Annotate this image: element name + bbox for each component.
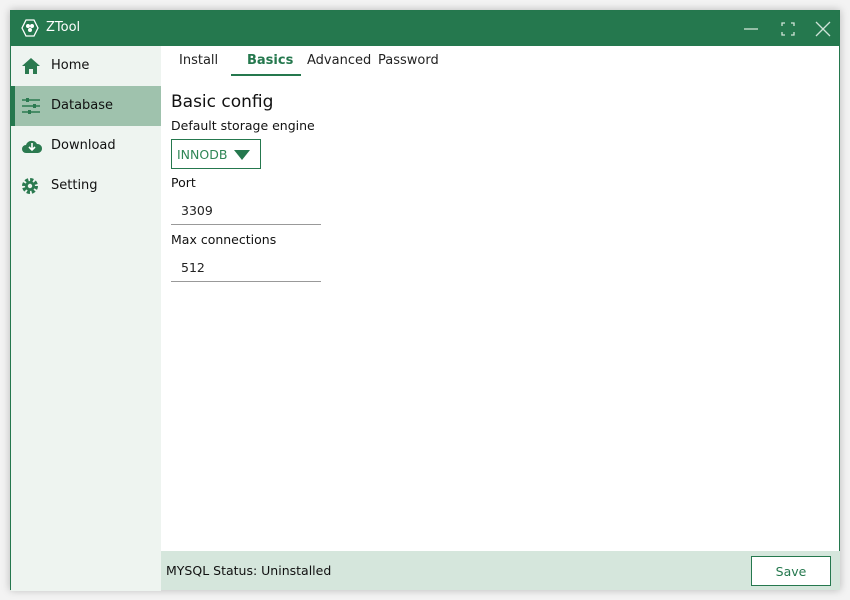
- home-icon: [22, 58, 40, 74]
- window-title: ZTool: [46, 20, 81, 35]
- engine-label: Default storage engine: [171, 118, 315, 133]
- active-tab-indicator: [231, 74, 301, 76]
- save-button[interactable]: Save: [751, 556, 831, 586]
- max-connections-input[interactable]: [171, 254, 321, 282]
- close-icon[interactable]: [811, 17, 835, 41]
- sidebar-item-label: Setting: [51, 178, 98, 193]
- status-bar: MYSQL Status: Uninstalled Save: [161, 551, 840, 590]
- sidebar-item-setting[interactable]: Setting: [11, 166, 161, 206]
- gear-icon: [22, 178, 38, 194]
- tab-install[interactable]: Install: [179, 53, 218, 68]
- sidebar-item-database[interactable]: Database: [11, 86, 161, 126]
- sidebar-item-label: Home: [51, 58, 90, 73]
- sidebar-item-label: Download: [51, 138, 116, 153]
- caret-down-icon: [234, 150, 250, 160]
- tab-advanced[interactable]: Advanced: [307, 53, 371, 68]
- max-connections-label: Max connections: [171, 232, 277, 247]
- sidebar-item-download[interactable]: Download: [11, 126, 161, 166]
- maximize-icon[interactable]: [776, 17, 800, 41]
- cloud-download-icon: [22, 140, 43, 153]
- port-label: Port: [171, 175, 196, 190]
- title-bar: ZTool: [11, 11, 839, 46]
- sidebar: Home Database Download Setting: [11, 46, 161, 591]
- engine-select[interactable]: INNODB: [171, 139, 261, 169]
- port-input[interactable]: [171, 197, 321, 225]
- sliders-icon: [22, 98, 40, 114]
- section-heading: Basic config: [171, 92, 274, 112]
- app-window: ZTool Home Database Download Setting Ins…: [10, 10, 840, 591]
- tab-password[interactable]: Password: [378, 53, 439, 68]
- tab-basics[interactable]: Basics: [247, 53, 293, 68]
- sidebar-item-label: Database: [51, 98, 114, 113]
- minimize-icon[interactable]: [739, 17, 763, 41]
- mysql-status: MYSQL Status: Uninstalled: [166, 563, 332, 578]
- engine-value: INNODB: [177, 147, 228, 162]
- app-logo-icon: [21, 19, 39, 37]
- sidebar-item-home[interactable]: Home: [11, 46, 161, 86]
